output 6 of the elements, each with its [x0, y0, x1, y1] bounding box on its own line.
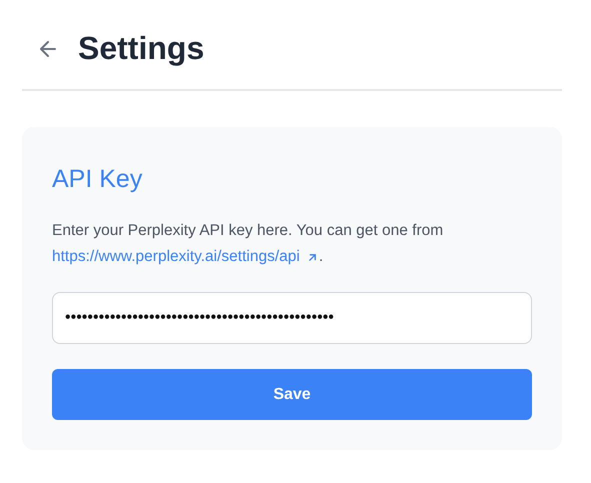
section-title: API Key	[52, 165, 144, 194]
save-button[interactable]: Save	[52, 369, 532, 420]
page-title: Settings	[78, 30, 204, 67]
description-text: Enter your Perplexity API key here. You can get one from https://www.perplexity.ai/settings/api .	[52, 218, 532, 270]
api-key-input[interactable]: ••••••••••••••••••••••••••••••••••••••••••••••••	[52, 292, 532, 344]
api-key-link[interactable]: https://www.perplexity.ai/settings/api	[52, 244, 319, 270]
